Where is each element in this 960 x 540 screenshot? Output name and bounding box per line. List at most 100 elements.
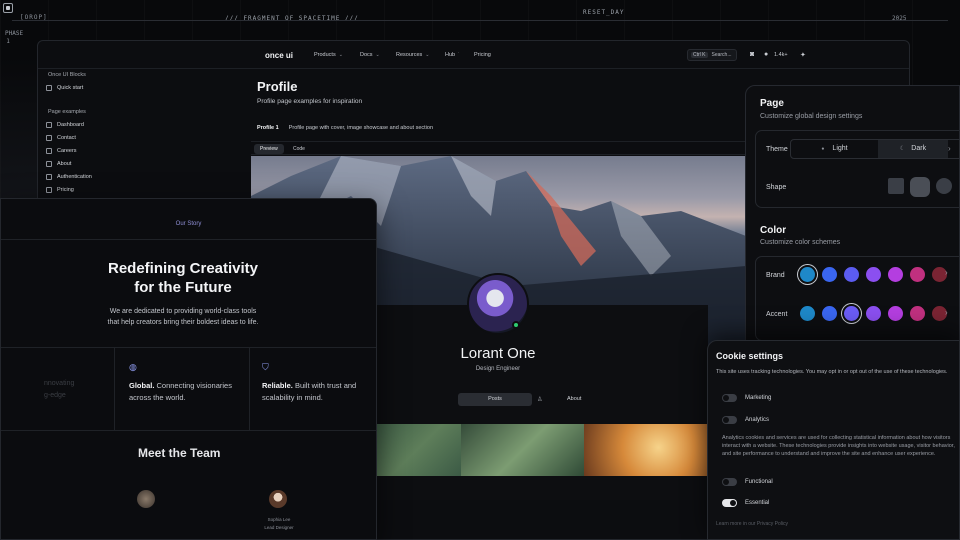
settings-color-heading: Color (760, 225, 787, 236)
sidebar-item-pricing[interactable]: Pricing (46, 187, 74, 193)
story-heading: Redefining Creativity for the Future (107, 260, 259, 296)
cookie-option-functional[interactable]: Functional (722, 478, 773, 486)
sidebar-item-authentication[interactable]: Authentication (46, 174, 92, 180)
sidebar-item-dashboard[interactable]: Dashboard (46, 122, 84, 128)
theme-toggle: ● Light ☾ Dark › (790, 139, 960, 159)
brand-logo[interactable]: once ui (265, 51, 293, 60)
divider (114, 347, 115, 431)
shape-option-rounded[interactable] (910, 177, 930, 197)
cookie-option-marketing[interactable]: Marketing (722, 394, 771, 402)
globe-icon: ◍ (129, 362, 137, 372)
page-subtitle: Profile page examples for inspiration (257, 98, 363, 105)
tab-about[interactable]: About (559, 393, 589, 406)
dashboard-icon (46, 122, 52, 128)
story-paragraph: We are dedicated to providing world-clas… (107, 308, 259, 326)
team-heading: Meet the Team (138, 446, 221, 460)
sidebar-item-quick-start[interactable]: Quick start (46, 85, 83, 91)
settings-page-subtitle: Customize global design settings (760, 113, 863, 120)
nav-item-pricing[interactable]: Pricing (474, 52, 491, 58)
cookie-heading: Cookie settings (716, 351, 784, 361)
preview-tabs: Preview Code (251, 141, 751, 155)
color-swatch[interactable] (822, 306, 837, 321)
profile-role: Design Engineer (475, 366, 521, 372)
gallery-image[interactable] (460, 424, 585, 476)
profile-tabs: ◎ Posts ♙ About (421, 393, 581, 406)
nav-item-resources[interactable]: Resources ⌄ (396, 52, 430, 58)
color-swatch[interactable] (844, 306, 859, 321)
tab-code[interactable]: Code (287, 144, 311, 154)
shape-option-square[interactable] (888, 178, 904, 194)
settings-color-subtitle: Customize color schemes (760, 239, 841, 246)
feature-reliable: ⛉ Reliable. Built with trust and scalabil… (262, 362, 357, 402)
cookie-settings-panel: Cookie settings This site uses tracking … (707, 340, 960, 540)
chevron-down-icon: ⌄ (338, 52, 343, 58)
brand-label: Brand (766, 272, 785, 279)
chevron-right-icon[interactable]: › (945, 268, 948, 277)
theme-dark-option[interactable]: ☾ Dark (878, 140, 948, 158)
our-story-label: Our Story (175, 221, 202, 227)
lock-icon (46, 174, 52, 180)
color-swatch[interactable] (822, 267, 837, 282)
search-button[interactable]: Ctrl K Search... (687, 49, 737, 61)
image-showcase (337, 424, 709, 476)
color-swatch[interactable] (800, 267, 815, 282)
color-swatch[interactable] (910, 267, 925, 282)
marketing-toggle[interactable] (722, 394, 737, 402)
frame-header: [OROP] /// FRAGMENT OF SPACETIME /// RES… (0, 0, 960, 36)
team-member-avatar[interactable] (269, 490, 287, 508)
new-dot-icon: ˙ (458, 52, 460, 58)
cookie-footer[interactable]: Learn more in our Privacy Policy (716, 521, 788, 527)
section-name: Profile 1 (257, 125, 279, 131)
discord-icon[interactable]: ◙ (750, 51, 754, 58)
moon-icon: ☾ (899, 146, 906, 152)
shield-icon: ⛉ (262, 362, 269, 372)
section-description: Profile page with cover, image showcase … (288, 125, 434, 131)
search-label: Search... (711, 52, 732, 58)
tab-posts[interactable]: Posts (458, 393, 532, 406)
profile-name: Lorant One (460, 345, 536, 362)
chevron-right-icon[interactable]: › (945, 308, 948, 317)
briefcase-icon (46, 148, 52, 154)
section-header: Profile 1 Profile page with cover, image … (257, 125, 433, 131)
color-swatch[interactable] (866, 306, 881, 321)
theme-light-option[interactable]: ● Light (791, 140, 878, 158)
sidebar-item-careers[interactable]: Careers (46, 148, 77, 154)
accent-label: Accent (766, 311, 788, 318)
team-member-avatar[interactable] (137, 490, 155, 508)
color-swatch[interactable] (844, 267, 859, 282)
settings-page-heading: Page (760, 98, 784, 109)
chevron-down-icon: ⌄ (375, 52, 380, 58)
frame-logo-icon (3, 3, 13, 13)
frame-reset-text: RESET_DAY (583, 9, 625, 16)
cookie-option-essential[interactable]: Essential (722, 499, 769, 507)
tag-icon (46, 187, 52, 193)
nav-item-docs[interactable]: Docs ⌄ (360, 52, 380, 58)
tab-preview[interactable]: Preview (254, 144, 284, 154)
search-shortcut-key: Ctrl K (691, 52, 708, 58)
team-member-role: Lead Designer (264, 525, 294, 530)
chevron-right-icon[interactable]: › (948, 144, 951, 153)
color-swatch[interactable] (800, 306, 815, 321)
gallery-image[interactable] (584, 424, 709, 476)
sun-icon: ● (821, 146, 825, 152)
essential-toggle[interactable] (722, 499, 737, 507)
sidebar-item-about[interactable]: About (46, 161, 71, 167)
nav-item-hub[interactable]: Hub ˙ (445, 52, 460, 58)
user-icon[interactable]: ♙ (535, 393, 544, 406)
contact-icon (46, 135, 52, 141)
color-swatch[interactable] (910, 306, 925, 321)
nav-item-products[interactable]: Products ⌄ (314, 52, 343, 58)
team-member-name: Sophia Lee (267, 517, 291, 522)
github-icon[interactable]: ● (764, 51, 768, 58)
our-story-card: Our Story Redefining Creativity for the F… (0, 198, 377, 540)
cookie-option-analytics[interactable]: Analytics (722, 416, 769, 424)
theme-label: Theme (766, 146, 788, 153)
analytics-toggle[interactable] (722, 416, 737, 424)
color-swatch[interactable] (888, 267, 903, 282)
color-swatch[interactable] (866, 267, 881, 282)
sidebar-item-contact[interactable]: Contact (46, 135, 76, 141)
color-swatch[interactable] (888, 306, 903, 321)
theme-settings-icon[interactable]: ✦ (800, 51, 806, 59)
shape-option-circle[interactable] (936, 178, 952, 194)
functional-toggle[interactable] (722, 478, 737, 486)
